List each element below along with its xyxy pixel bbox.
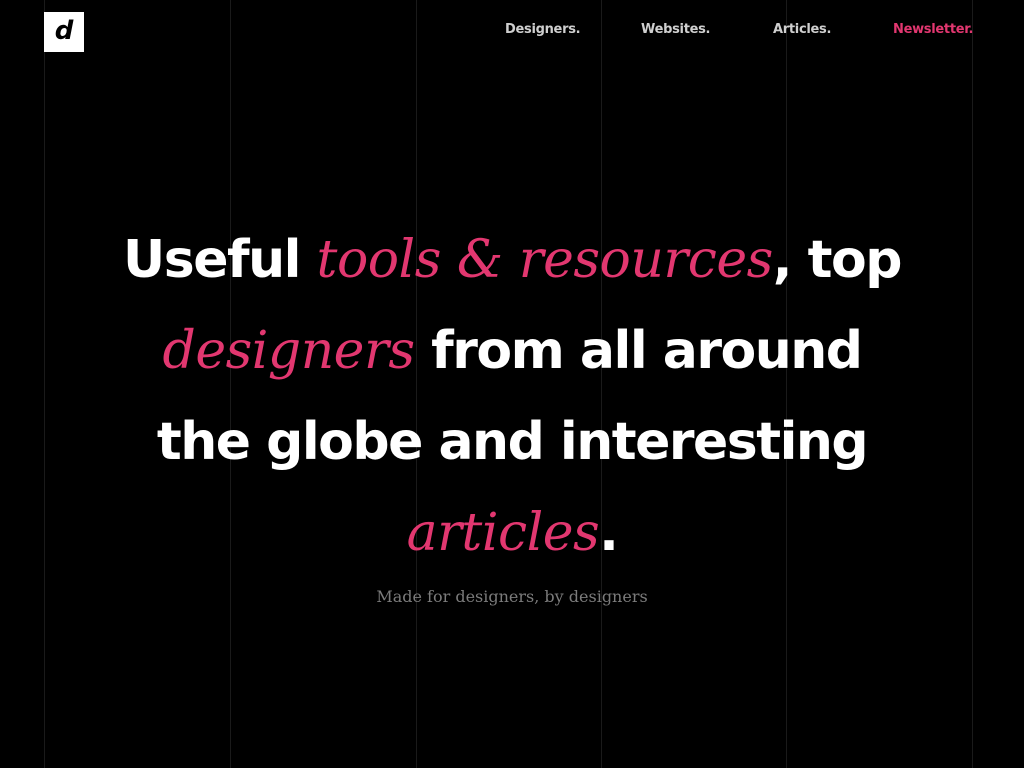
main-nav: Designers. Websites. Articles. Newslette… — [0, 0, 1024, 62]
hero-text: from all around — [414, 320, 863, 381]
hero-highlight: designers — [162, 320, 415, 381]
nav-link-newsletter[interactable]: Newsletter. — [893, 22, 973, 37]
hero-text: , top — [772, 229, 903, 290]
nav-link-designers[interactable]: Designers. — [505, 22, 581, 37]
hero-line: articles. — [80, 488, 944, 579]
hero-highlight: tools & resources — [316, 229, 774, 290]
hero-heading: Useful tools & resources, top designers … — [80, 215, 944, 579]
grid-line — [44, 0, 45, 768]
hero-text: . — [599, 502, 619, 563]
hero-line: Useful tools & resources, top — [80, 215, 944, 306]
hero-line: designers from all around — [80, 306, 944, 397]
hero-line: the globe and interesting — [80, 397, 944, 488]
nav-link-articles[interactable]: Articles. — [773, 22, 831, 37]
hero-text: Useful — [123, 229, 317, 290]
tagline: Made for designers, by designers — [376, 587, 648, 606]
grid-line — [972, 0, 973, 768]
nav-link-websites[interactable]: Websites. — [641, 22, 711, 37]
hero-highlight: articles — [406, 502, 600, 563]
hero-text: the globe and interesting — [156, 411, 869, 472]
